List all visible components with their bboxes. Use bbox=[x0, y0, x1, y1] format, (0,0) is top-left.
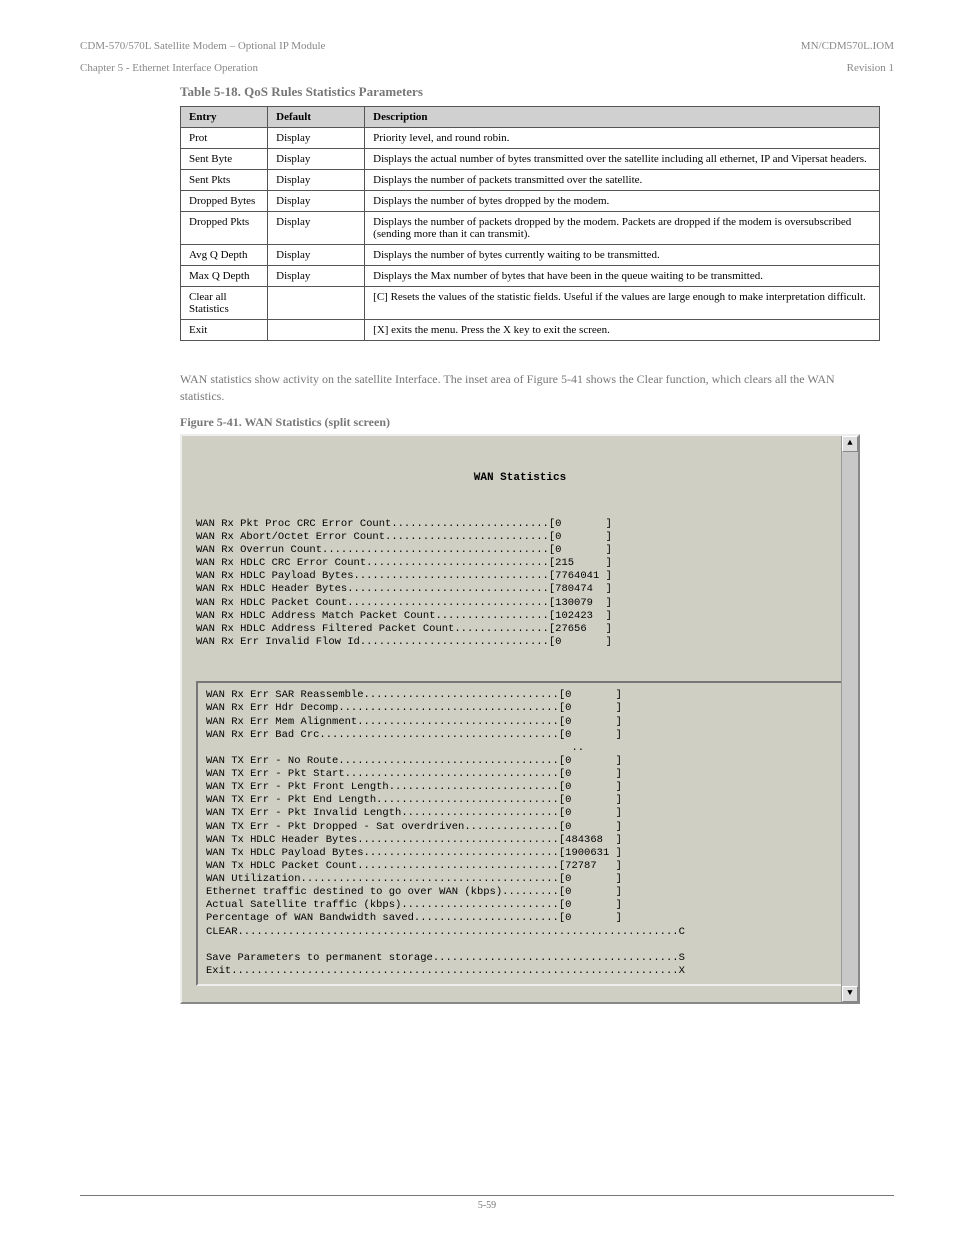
footer-page-number: 5-59 bbox=[478, 1200, 496, 1211]
cell-desc: Displays the actual number of bytes tran… bbox=[365, 149, 880, 170]
doc-id-right: MN/CDM570L.IOM bbox=[801, 40, 894, 52]
table-row: Sent ByteDisplayDisplays the actual numb… bbox=[181, 149, 880, 170]
col-default-hdr: Default bbox=[268, 107, 365, 128]
figure-caption: Figure 5-41. WAN Statistics (split scree… bbox=[180, 415, 894, 430]
cell-default: Display bbox=[268, 149, 365, 170]
cell-entry: Prot bbox=[181, 128, 268, 149]
terminal-upper-block: WAN Rx Pkt Proc CRC Error Count.........… bbox=[196, 518, 844, 649]
cell-desc: Displays the Max number of bytes that ha… bbox=[365, 266, 880, 287]
params-table: Entry Default Description ProtDisplayPri… bbox=[180, 106, 880, 341]
cell-desc: Displays the number of bytes dropped by … bbox=[365, 191, 880, 212]
table-row: Dropped PktsDisplayDisplays the number o… bbox=[181, 212, 880, 245]
cell-desc: Displays the number of packets dropped b… bbox=[365, 212, 880, 245]
table-row: Sent PktsDisplayDisplays the number of p… bbox=[181, 170, 880, 191]
cell-desc: Displays the number of bytes currently w… bbox=[365, 245, 880, 266]
cell-entry: Exit bbox=[181, 320, 268, 341]
table-row: Clear all Statistics [C] Resets the value… bbox=[181, 287, 880, 320]
cell-entry: Clear all Statistics bbox=[181, 287, 268, 320]
doc-header: CDM-570/570L Satellite Modem – Optional … bbox=[80, 40, 894, 52]
cell-entry: Dropped Bytes bbox=[181, 191, 268, 212]
cell-desc: [C] Resets the values of the statistic f… bbox=[365, 287, 880, 320]
cell-default bbox=[268, 320, 365, 341]
cell-desc: [X] exits the menu. Press the X key to e… bbox=[365, 320, 880, 341]
table-row: Dropped BytesDisplayDisplays the number … bbox=[181, 191, 880, 212]
cell-default: Display bbox=[268, 170, 365, 191]
scrollbar[interactable]: ▲ ▼ bbox=[841, 436, 858, 1002]
table-row: Avg Q DepthDisplayDisplays the number of… bbox=[181, 245, 880, 266]
cell-default: Display bbox=[268, 128, 365, 149]
narrative-text: WAN statistics show activity on the sate… bbox=[180, 371, 880, 405]
table-row: Max Q DepthDisplayDisplays the Max numbe… bbox=[181, 266, 880, 287]
cell-entry: Avg Q Depth bbox=[181, 245, 268, 266]
doc-id-left: CDM-570/570L Satellite Modem – Optional … bbox=[80, 40, 325, 52]
cell-default: Display bbox=[268, 266, 365, 287]
table-row: Exit [X] exits the menu. Press the X key … bbox=[181, 320, 880, 341]
col-entry-hdr: Entry bbox=[181, 107, 268, 128]
table-row: ProtDisplayPriority level, and round rob… bbox=[181, 128, 880, 149]
cell-entry: Sent Byte bbox=[181, 149, 268, 170]
revision: Revision 1 bbox=[847, 62, 894, 74]
cell-default: Display bbox=[268, 191, 365, 212]
page-footer: 5-59 bbox=[80, 1195, 894, 1211]
col-desc-hdr: Description bbox=[365, 107, 880, 128]
cell-entry: Sent Pkts bbox=[181, 170, 268, 191]
cell-entry: Dropped Pkts bbox=[181, 212, 268, 245]
terminal-window: WAN Statistics WAN Rx Pkt Proc CRC Error… bbox=[180, 434, 860, 1004]
chapter-title: Chapter 5 - Ethernet Interface Operation bbox=[80, 62, 258, 74]
cell-default: Display bbox=[268, 212, 365, 245]
cell-default bbox=[268, 287, 365, 320]
terminal-title: WAN Statistics bbox=[196, 472, 844, 486]
cell-default: Display bbox=[268, 245, 365, 266]
cell-desc: Displays the number of packets transmitt… bbox=[365, 170, 880, 191]
page: CDM-570/570L Satellite Modem – Optional … bbox=[0, 0, 954, 1235]
cell-desc: Priority level, and round robin. bbox=[365, 128, 880, 149]
scroll-down-button[interactable]: ▼ bbox=[842, 986, 858, 1002]
table-caption: Table 5-18. QoS Rules Statistics Paramet… bbox=[180, 84, 894, 100]
table-header-row: Entry Default Description bbox=[181, 107, 880, 128]
chapter-header: Chapter 5 - Ethernet Interface Operation… bbox=[80, 62, 894, 74]
scroll-up-button[interactable]: ▲ bbox=[842, 436, 858, 452]
cell-entry: Max Q Depth bbox=[181, 266, 268, 287]
terminal-inner-block: WAN Rx Err SAR Reassemble...............… bbox=[196, 681, 844, 986]
